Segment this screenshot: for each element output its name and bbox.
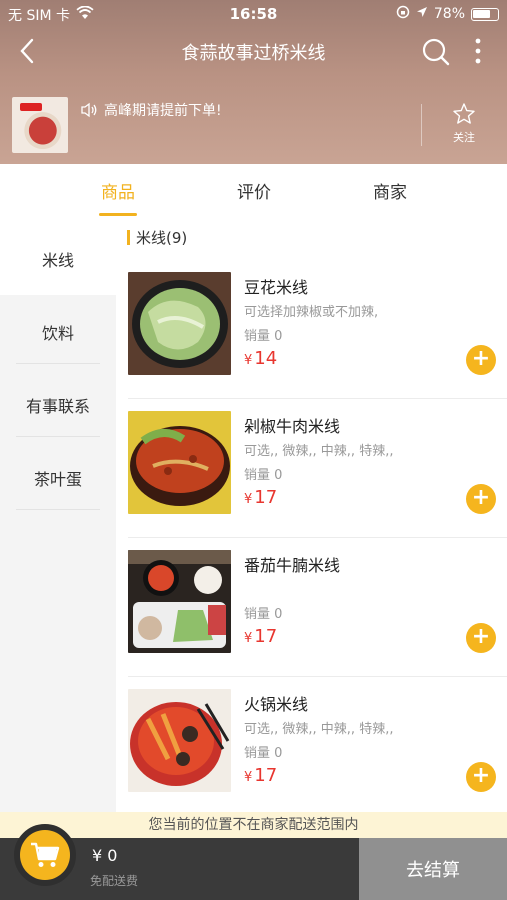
header-divider bbox=[421, 104, 422, 146]
category-divider bbox=[16, 363, 100, 364]
product-description: 可选择加辣椒或不加辣, bbox=[244, 305, 379, 320]
currency-symbol: ¥ bbox=[244, 631, 253, 646]
product-sales: 销量 0 bbox=[244, 329, 283, 344]
product-sales: 销量 0 bbox=[244, 746, 283, 761]
price-value: 17 bbox=[254, 626, 278, 647]
status-bar: 无 SIM 卡 16:58 78% bbox=[0, 0, 507, 28]
product-name: 剁椒牛肉米线 bbox=[244, 417, 341, 436]
add-to-cart-button[interactable]: + bbox=[466, 762, 496, 792]
product-price: ¥17 bbox=[244, 487, 277, 508]
product-image bbox=[128, 411, 231, 514]
cart-button[interactable] bbox=[14, 824, 76, 886]
product-image bbox=[128, 689, 231, 792]
product-item[interactable]: 番茄牛腩米线 销量 0 ¥17 + bbox=[116, 538, 507, 677]
tab-reviews[interactable]: 评价 bbox=[214, 178, 294, 203]
add-to-cart-button[interactable]: + bbox=[466, 345, 496, 375]
battery-percent: 78% bbox=[433, 6, 465, 22]
follow-label: 关注 bbox=[453, 131, 475, 144]
category-item-contact[interactable]: 有事联系 bbox=[0, 368, 116, 441]
category-item-drinks[interactable]: 饮料 bbox=[0, 295, 116, 368]
product-description: 可选,, 微辣,, 中辣,, 特辣,, bbox=[244, 722, 394, 737]
product-image bbox=[128, 272, 231, 375]
category-divider bbox=[16, 509, 100, 510]
product-item[interactable]: 火锅米线 可选,, 微辣,, 中辣,, 特辣,, 销量 0 ¥17 + bbox=[116, 677, 507, 816]
product-description: 可选,, 微辣,, 中辣,, 特辣,, bbox=[244, 444, 394, 459]
section-title: 米线(9) bbox=[136, 229, 188, 247]
cart-total: ¥ 0 bbox=[92, 846, 118, 865]
speaker-icon bbox=[81, 102, 97, 118]
shop-notice: 高峰期请提前下单! bbox=[80, 100, 222, 120]
more-vertical-icon bbox=[475, 38, 481, 64]
tab-merchant[interactable]: 商家 bbox=[350, 178, 430, 203]
orientation-lock-icon bbox=[396, 5, 410, 23]
product-item[interactable]: 豆花米线 可选择加辣椒或不加辣, 销量 0 ¥14 + bbox=[116, 260, 507, 399]
category-item-tea-egg[interactable]: 茶叶蛋 bbox=[0, 441, 116, 514]
price-value: 17 bbox=[254, 487, 278, 508]
shop-header: 无 SIM 卡 16:58 78% 食蒜故事过桥米线 高峰期请提前下单! 关注 bbox=[0, 0, 507, 164]
battery-icon bbox=[471, 7, 499, 21]
product-price: ¥17 bbox=[244, 626, 277, 647]
section-header: 米线(9) bbox=[127, 227, 187, 248]
currency-symbol: ¥ bbox=[244, 353, 253, 368]
checkout-button[interactable]: 去结算 bbox=[359, 838, 507, 900]
product-name: 火锅米线 bbox=[244, 695, 309, 714]
battery-fill bbox=[473, 9, 490, 18]
product-price: ¥14 bbox=[244, 348, 277, 369]
currency-symbol: ¥ bbox=[244, 492, 253, 507]
search-button[interactable] bbox=[420, 36, 452, 68]
add-to-cart-button[interactable]: + bbox=[466, 484, 496, 514]
notice-text: 高峰期请提前下单! bbox=[104, 103, 222, 119]
product-name: 豆花米线 bbox=[244, 278, 309, 297]
active-tab-indicator bbox=[99, 213, 137, 216]
product-sales: 销量 0 bbox=[244, 607, 283, 622]
shopping-cart-icon bbox=[31, 842, 60, 867]
product-image bbox=[128, 550, 231, 653]
tab-bar: 商品 评价 商家 bbox=[0, 164, 507, 222]
section-marker bbox=[127, 230, 130, 245]
more-button[interactable] bbox=[466, 36, 490, 68]
location-icon bbox=[416, 6, 428, 22]
cart-icon-wrapper bbox=[20, 830, 70, 880]
product-name: 番茄牛腩米线 bbox=[244, 556, 341, 575]
category-item-mixian[interactable]: 米线 bbox=[0, 222, 116, 295]
shop-logo bbox=[12, 97, 68, 153]
tab-products[interactable]: 商品 bbox=[78, 178, 158, 203]
search-icon bbox=[422, 38, 450, 66]
product-price: ¥17 bbox=[244, 765, 277, 786]
currency-symbol: ¥ bbox=[244, 770, 253, 785]
add-to-cart-button[interactable]: + bbox=[466, 623, 496, 653]
delivery-warning: 您当前的位置不在商家配送范围内 bbox=[0, 812, 507, 838]
category-sidebar: 米线 饮料 有事联系 茶叶蛋 bbox=[0, 222, 116, 812]
product-sales: 销量 0 bbox=[244, 468, 283, 483]
follow-button[interactable]: 关注 bbox=[440, 102, 488, 145]
delivery-fee: 免配送费 bbox=[90, 874, 139, 888]
category-divider bbox=[16, 436, 100, 437]
product-item[interactable]: 剁椒牛肉米线 可选,, 微辣,, 中辣,, 特辣,, 销量 0 ¥17 + bbox=[116, 399, 507, 538]
price-value: 17 bbox=[254, 765, 278, 786]
star-icon bbox=[453, 103, 475, 124]
price-value: 14 bbox=[254, 348, 278, 369]
navbar: 食蒜故事过桥米线 bbox=[0, 30, 507, 74]
